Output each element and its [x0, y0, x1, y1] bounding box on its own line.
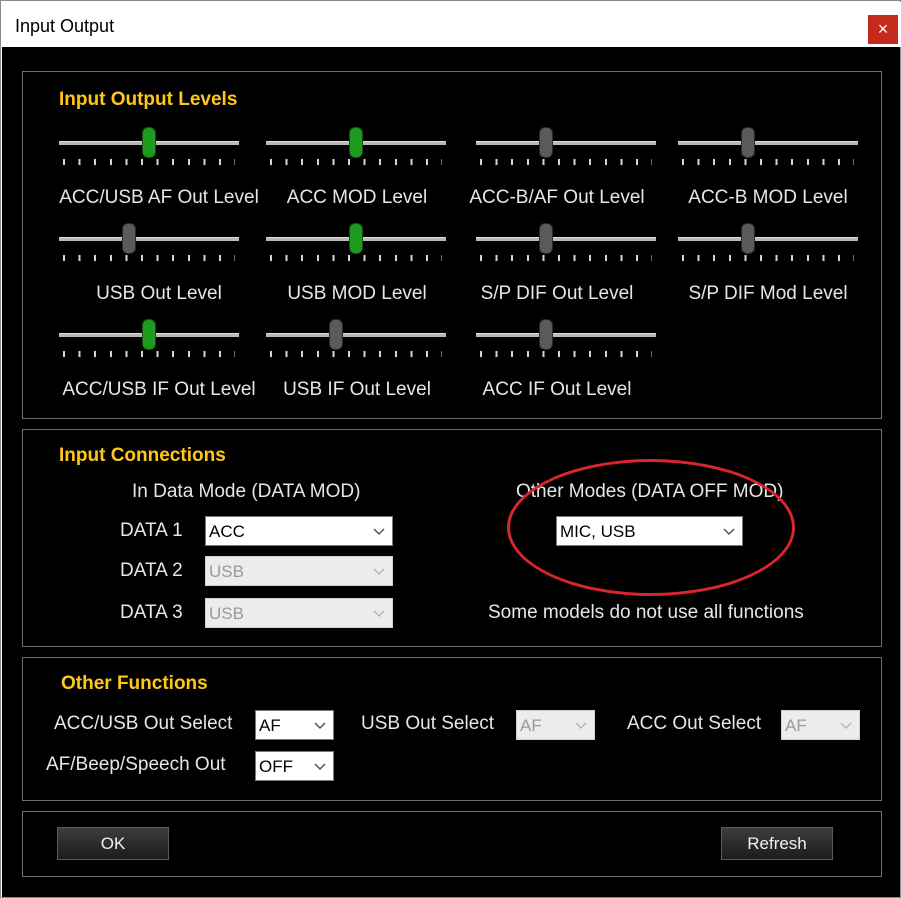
- data2-select[interactable]: USB: [205, 556, 393, 586]
- connections-group-title: Input Connections: [59, 445, 226, 466]
- acc-out-select-label: ACC Out Select: [627, 713, 762, 734]
- data1-select[interactable]: ACC: [205, 516, 393, 546]
- data3-value: USB: [209, 604, 244, 623]
- slider-ticks: [270, 351, 442, 357]
- usb-out-select-label: USB Out Select: [361, 713, 495, 734]
- slider-thumb[interactable]: [142, 127, 156, 158]
- usb-out-select[interactable]: AF: [516, 710, 595, 740]
- chevron-down-icon: [840, 722, 852, 730]
- slider-track: [476, 237, 656, 241]
- af-beep-speech-out-select[interactable]: OFF: [255, 751, 334, 781]
- data2-label: DATA 2: [120, 560, 183, 581]
- af-beep-speech-out-value: OFF: [259, 757, 293, 776]
- slider-label: S/P DIF Mod Level: [688, 283, 848, 304]
- slider-thumb[interactable]: [349, 223, 363, 254]
- slider-ticks: [480, 255, 652, 261]
- slider-thumb[interactable]: [741, 223, 756, 254]
- slider-track: [476, 333, 656, 337]
- slider-thumb[interactable]: [349, 127, 363, 158]
- models-note: Some models do not use all functions: [488, 602, 804, 623]
- acc-out-select-value: AF: [785, 716, 807, 735]
- slider-thumb[interactable]: [539, 223, 554, 254]
- ok-button[interactable]: OK: [57, 827, 169, 860]
- levels-group-title: Input Output Levels: [59, 89, 238, 110]
- acc-usb-out-select-value: AF: [259, 716, 281, 735]
- usb-out-select-value: AF: [520, 716, 542, 735]
- level-slider[interactable]: [266, 316, 446, 357]
- slider-label: ACC-B MOD Level: [688, 187, 848, 208]
- slider-label: ACC IF Out Level: [482, 379, 632, 400]
- title-bar: Input Output ×: [2, 2, 901, 47]
- level-slider[interactable]: [59, 220, 239, 261]
- chevron-down-icon: [373, 528, 385, 536]
- slider-label: ACC/USB IF Out Level: [62, 379, 256, 400]
- data3-select[interactable]: USB: [205, 598, 393, 628]
- slider-track: [59, 237, 239, 241]
- close-button[interactable]: ×: [868, 15, 898, 44]
- level-slider[interactable]: [678, 220, 858, 261]
- chevron-down-icon: [373, 610, 385, 618]
- slider-label: USB MOD Level: [287, 283, 427, 304]
- window-title: Input Output: [15, 16, 115, 36]
- slider-ticks: [682, 255, 854, 261]
- acc-usb-out-select-label: ACC/USB Out Select: [54, 713, 233, 734]
- acc-usb-out-select[interactable]: AF: [255, 710, 334, 740]
- slider-label: S/P DIF Out Level: [480, 283, 634, 304]
- level-slider[interactable]: [476, 220, 656, 261]
- level-slider[interactable]: [678, 124, 858, 165]
- slider-thumb[interactable]: [539, 127, 554, 158]
- input-output-window: Input Output × Input Output Levels ACC/U…: [0, 0, 901, 898]
- annotation-ellipse: [507, 459, 795, 596]
- slider-thumb[interactable]: [539, 319, 554, 350]
- slider-thumb[interactable]: [741, 127, 756, 158]
- slider-track: [678, 237, 858, 241]
- level-slider[interactable]: [59, 316, 239, 357]
- level-slider[interactable]: [266, 220, 446, 261]
- data2-value: USB: [209, 562, 244, 581]
- slider-label: USB IF Out Level: [283, 379, 431, 400]
- chevron-down-icon: [314, 763, 326, 771]
- chevron-down-icon: [314, 722, 326, 730]
- data1-value: ACC: [209, 522, 245, 541]
- slider-ticks: [270, 255, 442, 261]
- slider-ticks: [270, 159, 442, 165]
- acc-out-select[interactable]: AF: [781, 710, 860, 740]
- slider-track: [678, 141, 858, 145]
- slider-ticks: [63, 255, 235, 261]
- level-slider[interactable]: [476, 124, 656, 165]
- slider-ticks: [480, 351, 652, 357]
- slider-label: USB Out Level: [96, 283, 222, 304]
- refresh-button[interactable]: Refresh: [721, 827, 833, 860]
- chevron-down-icon: [373, 568, 385, 576]
- chevron-down-icon: [575, 722, 587, 730]
- slider-label: ACC/USB AF Out Level: [59, 187, 259, 208]
- level-slider[interactable]: [266, 124, 446, 165]
- slider-thumb[interactable]: [142, 319, 156, 350]
- data-mode-heading: In Data Mode (DATA MOD): [132, 481, 361, 502]
- dialog-body: Input Output Levels ACC/USB AF Out Level…: [2, 47, 900, 897]
- slider-label: ACC-B/AF Out Level: [469, 187, 645, 208]
- data3-label: DATA 3: [120, 602, 183, 623]
- slider-thumb[interactable]: [122, 223, 137, 254]
- slider-thumb[interactable]: [329, 319, 344, 350]
- functions-group-title: Other Functions: [61, 673, 208, 694]
- slider-ticks: [63, 351, 235, 357]
- slider-label: ACC MOD Level: [286, 187, 428, 208]
- slider-track: [266, 333, 446, 337]
- slider-ticks: [682, 159, 854, 165]
- slider-ticks: [63, 159, 235, 165]
- slider-ticks: [480, 159, 652, 165]
- data1-label: DATA 1: [120, 520, 183, 541]
- slider-track: [476, 141, 656, 145]
- af-beep-speech-out-label: AF/Beep/Speech Out: [46, 754, 226, 775]
- level-slider[interactable]: [59, 124, 239, 165]
- level-slider[interactable]: [476, 316, 656, 357]
